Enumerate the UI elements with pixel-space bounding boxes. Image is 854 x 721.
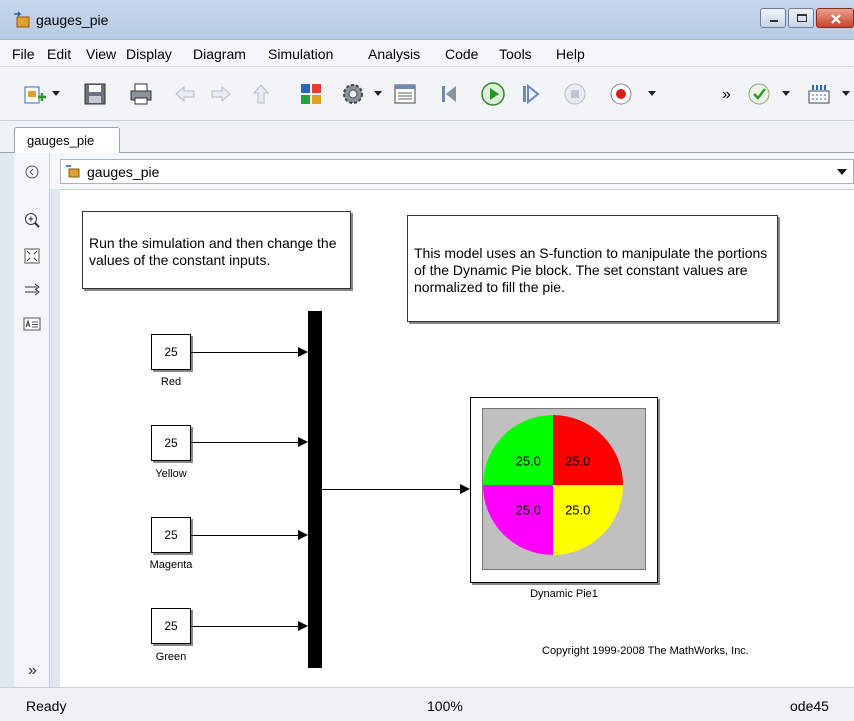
step-back-icon[interactable] [438, 81, 464, 107]
check-dropdown[interactable] [782, 91, 790, 96]
check-icon[interactable] [746, 81, 772, 107]
fit-to-view-icon[interactable] [23, 247, 41, 265]
magenta-slice-label: 25.0 [516, 503, 541, 518]
pie-display: 25.0 25.0 25.0 25.0 [482, 408, 646, 570]
dynamic-pie-block[interactable]: 25.0 25.0 25.0 25.0 [470, 397, 658, 583]
constant-block-red[interactable]: 25 [151, 334, 191, 370]
block-label-green: Green [155, 651, 187, 663]
run-icon[interactable] [480, 81, 506, 107]
status-bar: Ready 100% ode45 [0, 687, 854, 721]
left-toolbar [14, 153, 50, 687]
arrowhead-icon [298, 347, 308, 357]
tab-bar: gauges_pie [0, 121, 854, 153]
copyright-text: Copyright 1999-2008 The MathWorks, Inc. [542, 645, 749, 657]
solver-name: ode45 [790, 698, 829, 714]
record-dropdown[interactable] [648, 91, 656, 96]
menu-display[interactable]: Display [126, 46, 172, 62]
title-bar: gauges_pie [0, 0, 854, 40]
zoom-level: 100% [427, 698, 463, 714]
status-text: Ready [26, 698, 67, 714]
magenta-slice [483, 485, 553, 555]
red-slice [553, 415, 623, 485]
model-path-breadcrumb[interactable]: gauges_pie [60, 159, 854, 184]
block-label-red: Red [160, 376, 182, 388]
model-explorer-icon[interactable] [392, 81, 418, 107]
menu-help[interactable]: Help [556, 46, 585, 62]
block-label-dynamic-pie: Dynamic Pie1 [530, 588, 598, 600]
stop-icon[interactable] [562, 81, 588, 107]
menu-file[interactable]: File [12, 46, 35, 62]
arrowhead-icon [298, 530, 308, 540]
menu-tools[interactable]: Tools [499, 46, 532, 62]
menu-code[interactable]: Code [445, 46, 478, 62]
menu-bar: File Edit View Display Diagram Simulatio… [0, 40, 854, 67]
block-label-magenta: Magenta [149, 559, 193, 571]
record-icon[interactable] [608, 81, 634, 107]
signal-line-red [191, 352, 299, 353]
tab-gauges-pie[interactable]: gauges_pie [14, 127, 120, 153]
signal-line-magenta [191, 535, 299, 536]
constant-block-yellow[interactable]: 25 [151, 425, 191, 461]
red-slice-label: 25.0 [565, 453, 590, 468]
yellow-slice-label: 25.0 [565, 503, 590, 518]
new-model-dropdown[interactable] [52, 91, 60, 96]
annotation-model-description[interactable]: This model uses an S-function to manipul… [407, 215, 778, 322]
arrowhead-icon [460, 484, 470, 494]
signal-line-mux-out [322, 489, 461, 490]
yellow-slice [553, 485, 623, 555]
model-config-icon[interactable] [340, 81, 366, 107]
build-dropdown[interactable] [842, 91, 850, 96]
menu-simulation[interactable]: Simulation [268, 46, 333, 62]
close-icon [831, 14, 841, 24]
toolbar-overflow-button[interactable]: » [722, 86, 731, 104]
build-icon[interactable] [806, 81, 832, 107]
chevron-down-icon[interactable] [837, 169, 847, 175]
close-button[interactable] [816, 8, 854, 28]
window-title: gauges_pie [36, 12, 109, 28]
menu-analysis[interactable]: Analysis [368, 46, 420, 62]
menu-edit[interactable]: Edit [47, 46, 71, 62]
address-bar: gauges_pie [50, 153, 854, 189]
step-forward-icon[interactable] [520, 81, 546, 107]
simulink-model-icon [66, 165, 80, 178]
maximize-icon [797, 14, 807, 22]
menu-view[interactable]: View [86, 46, 116, 62]
model-config-dropdown[interactable] [374, 91, 382, 96]
minimize-button[interactable] [760, 8, 786, 28]
annotation-run-instructions[interactable]: Run the simulation and then change the v… [82, 211, 351, 289]
arrowhead-icon [298, 621, 308, 631]
block-label-yellow: Yellow [155, 468, 187, 480]
new-model-icon[interactable] [22, 81, 48, 107]
green-slice-label: 25.0 [516, 453, 541, 468]
green-slice [483, 415, 553, 485]
signal-line-yellow [191, 442, 299, 443]
library-browser-icon[interactable] [298, 81, 324, 107]
pie-chart: 25.0 25.0 25.0 25.0 [483, 415, 623, 555]
forward-icon[interactable] [208, 81, 234, 107]
model-path-text: gauges_pie [87, 164, 160, 180]
print-icon[interactable] [128, 81, 154, 107]
toolbar: » [0, 67, 854, 121]
route-lines-icon[interactable] [23, 281, 41, 299]
expand-palette-icon[interactable]: » [28, 662, 37, 680]
mux-block[interactable] [308, 311, 322, 668]
model-canvas[interactable]: Run the simulation and then change the v… [60, 189, 854, 687]
back-icon[interactable] [172, 81, 198, 107]
annotation-icon[interactable] [23, 315, 41, 333]
hide-browser-icon[interactable] [23, 163, 41, 181]
simulink-model-icon [14, 11, 30, 28]
maximize-button[interactable] [788, 8, 814, 28]
zoom-icon[interactable] [23, 211, 41, 229]
menu-diagram[interactable]: Diagram [193, 46, 246, 62]
constant-block-magenta[interactable]: 25 [151, 517, 191, 553]
up-icon[interactable] [248, 81, 274, 107]
minimize-icon [770, 20, 778, 22]
save-icon[interactable] [82, 81, 108, 107]
signal-line-green [191, 626, 299, 627]
arrowhead-icon [298, 437, 308, 447]
constant-block-green[interactable]: 25 [151, 608, 191, 644]
